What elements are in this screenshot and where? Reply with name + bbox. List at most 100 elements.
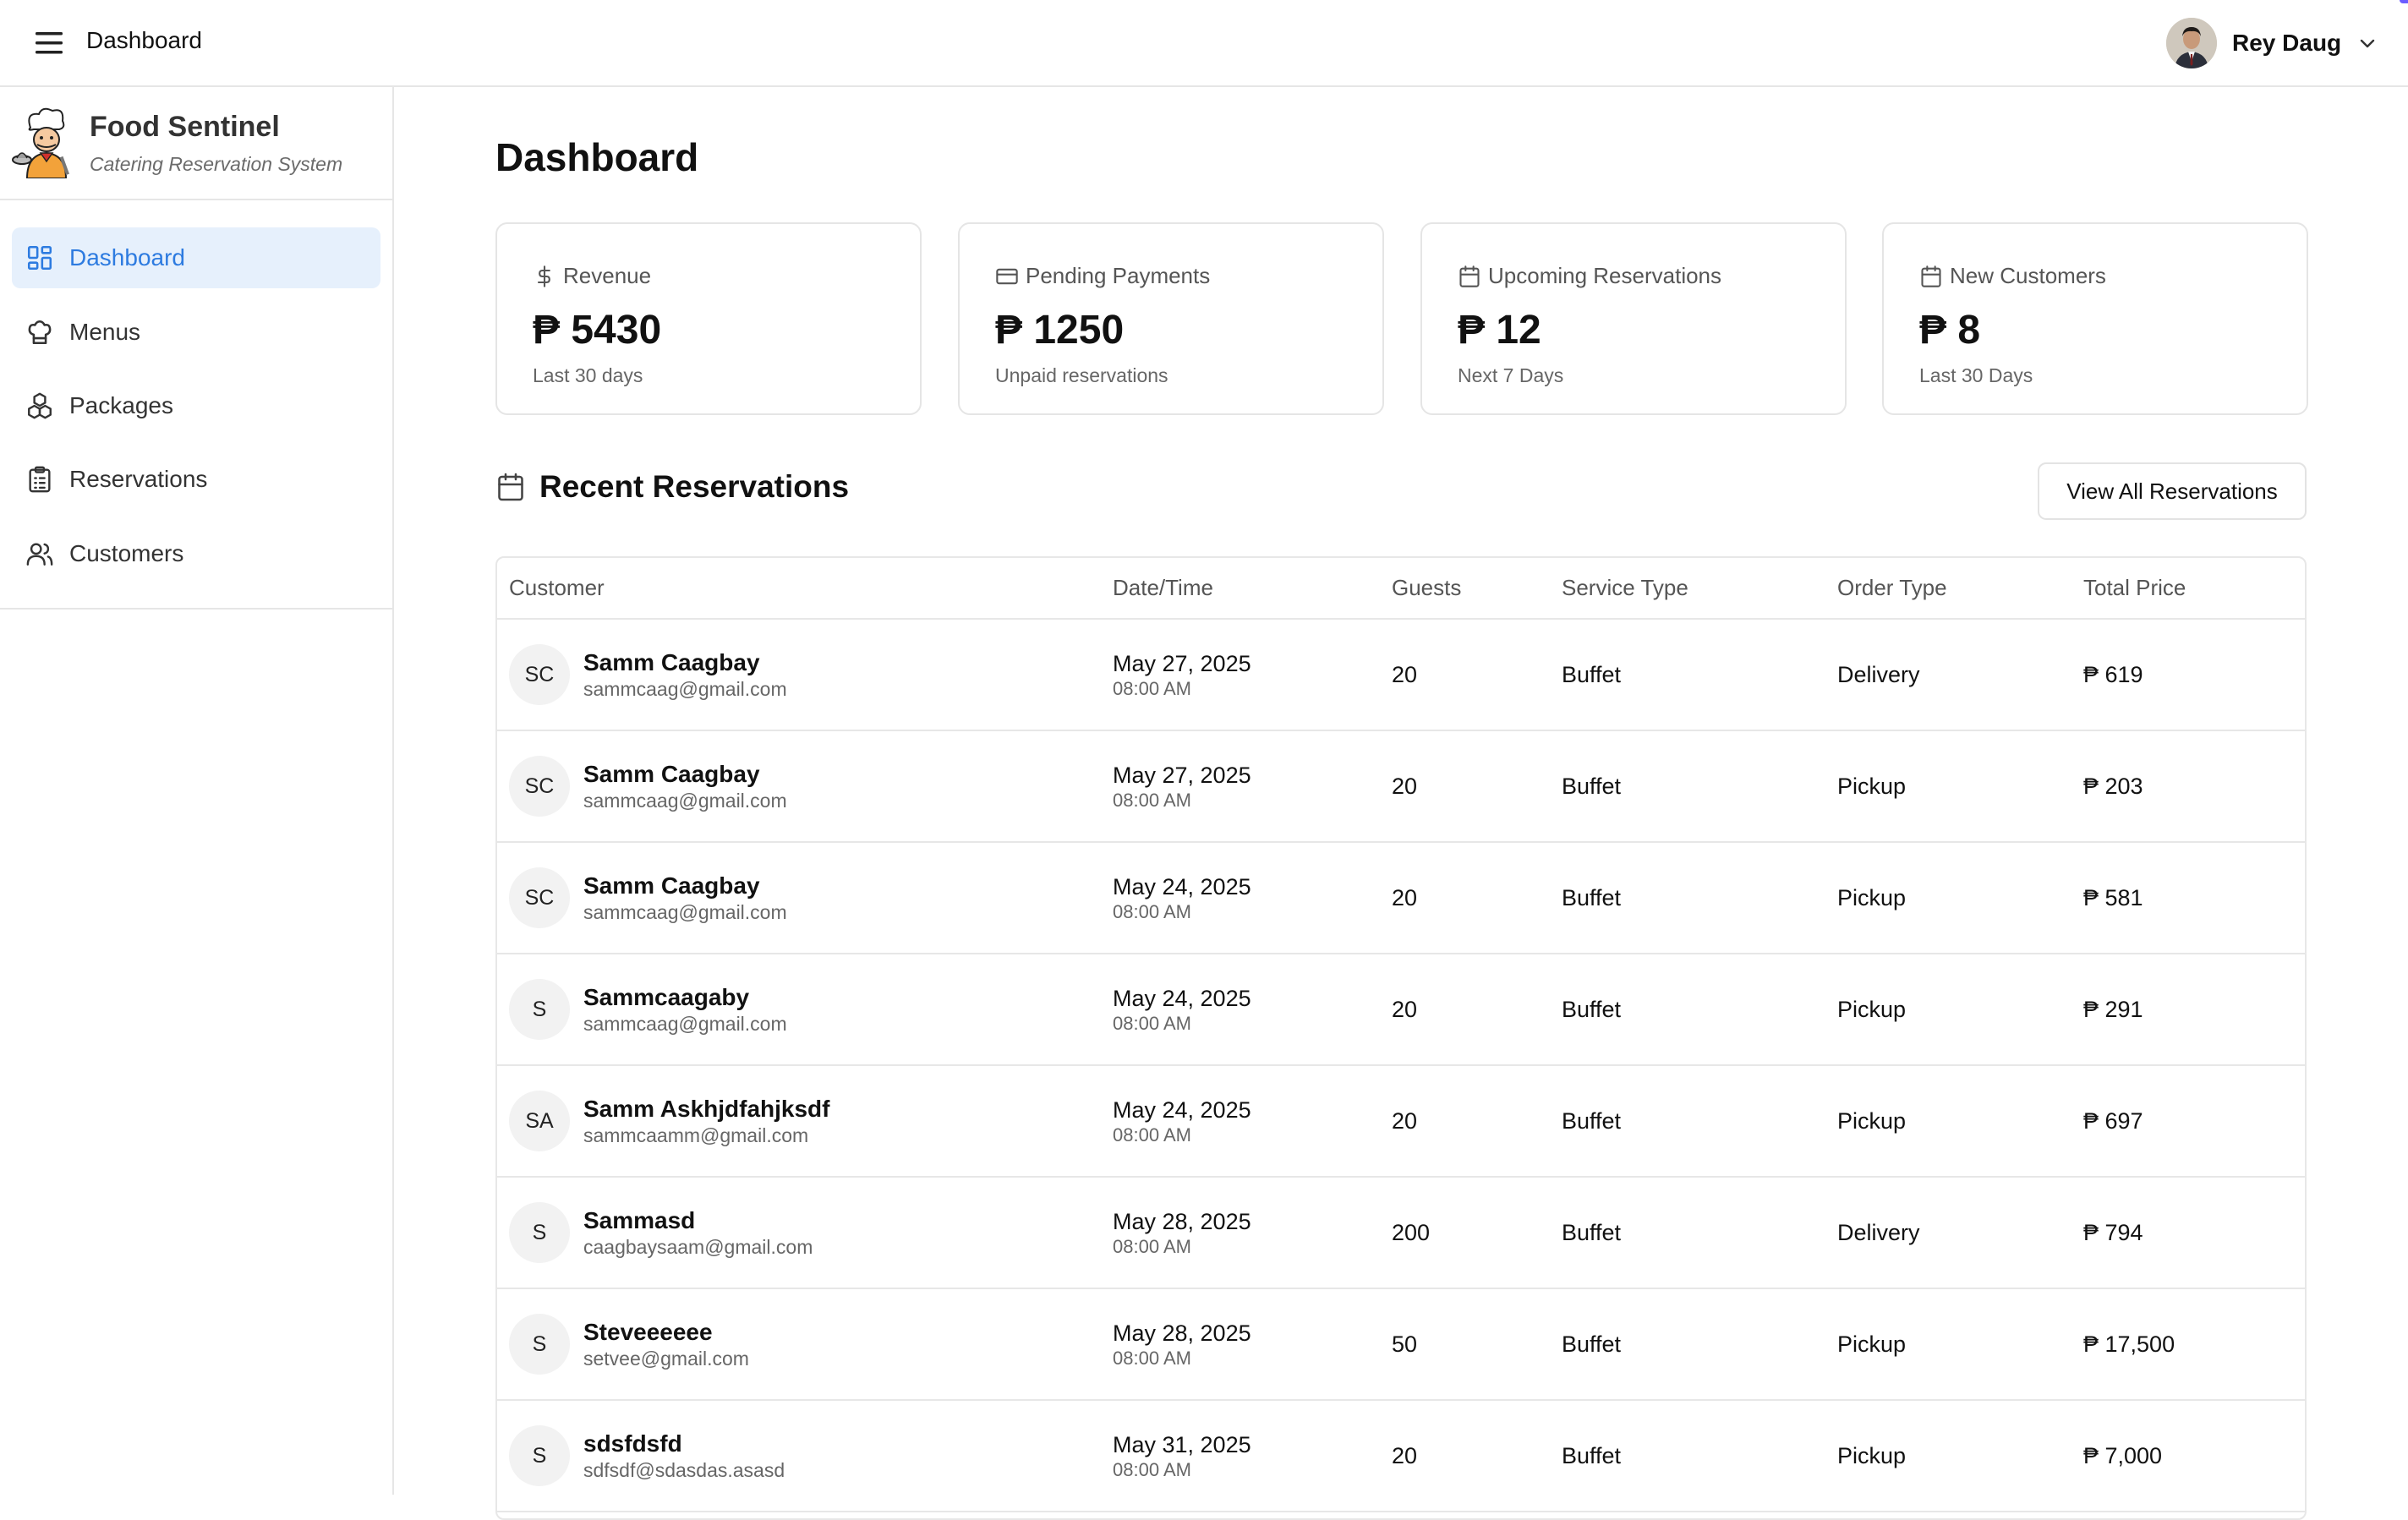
reservation-date: May 24, 2025	[1113, 986, 1251, 1011]
order-type-cell: Pickup	[1837, 773, 1907, 799]
view-all-reservations-button[interactable]: View All Reservations	[2038, 462, 2307, 520]
reservation-time: 08:00 AM	[1113, 1013, 1191, 1034]
guests-cell: 20	[1392, 1107, 1418, 1134]
reservation-time: 08:00 AM	[1113, 1348, 1191, 1369]
total-price-cell: ₱ 291	[2083, 996, 2143, 1022]
table-row[interactable]: SC Samm Caagbay sammcaag@gmail.com May 27,…	[497, 730, 2305, 842]
customer-name: Samm Caagbay	[583, 872, 760, 899]
guests-cell: 20	[1392, 996, 1418, 1022]
table-row[interactable]: S Steveeeeee setvee@gmail.com May 28, 2025…	[497, 1288, 2305, 1400]
stat-label: New Customers	[1950, 263, 2106, 288]
reservation-time: 08:00 AM	[1113, 1236, 1191, 1257]
table-row[interactable]: SA Samm Askhjdfahjksdf sammcaamm@gmail.com…	[497, 1065, 2305, 1177]
customer-email: sdfsdf@sdasdas.asasd	[583, 1459, 785, 1481]
stat-card-pending-payments: Pending Payments ₱ 1250 Unpaid reservati…	[958, 222, 1384, 415]
brand-title: Food Sentinel	[90, 111, 280, 143]
reservation-time: 08:00 AM	[1113, 678, 1191, 699]
order-type-cell: Pickup	[1837, 1107, 1907, 1134]
service-type-cell: Buffet	[1562, 1107, 1622, 1134]
credit-card-icon	[995, 265, 1019, 288]
corner-accent	[2400, 0, 2408, 3]
customer-name: Samm Caagbay	[583, 649, 760, 675]
service-type-cell: Buffet	[1562, 773, 1622, 799]
customer-avatar: SA	[509, 1091, 570, 1151]
reservation-time: 08:00 AM	[1113, 901, 1191, 922]
guests-cell: 20	[1392, 661, 1418, 687]
customer-name: sdsfdsfd	[583, 1430, 682, 1457]
sidebar-item-customers[interactable]: Customers	[12, 523, 380, 584]
customer-name: Samm Askhjdfahjksdf	[583, 1096, 830, 1122]
stat-card-upcoming-reservations: Upcoming Reservations ₱ 12 Next 7 Days	[1420, 222, 1847, 415]
main-content: Dashboard Revenue ₱ 5430 Last 30 days Pe…	[394, 87, 2408, 1520]
customer-email: sammcaag@gmail.com	[583, 678, 787, 700]
sidebar-item-label: Dashboard	[69, 244, 185, 271]
table-row[interactable]: S Sammasd caagbaysaam@gmail.com May 28, 20…	[497, 1177, 2305, 1288]
reservation-time: 08:00 AM	[1113, 1459, 1191, 1480]
stat-card-new-customers: New Customers ₱ 8 Last 30 Days	[1882, 222, 2308, 415]
customer-name: Sammcaagaby	[583, 984, 750, 1010]
stat-card-revenue: Revenue ₱ 5430 Last 30 days	[495, 222, 922, 415]
page-title: Dashboard	[495, 135, 699, 179]
table-row[interactable]: SC Samm Caagbay sammcaag@gmail.com May 27,…	[497, 619, 2305, 730]
customer-email: sammcaag@gmail.com	[583, 790, 787, 812]
customer-email: sammcaag@gmail.com	[583, 1013, 787, 1035]
order-type-cell: Pickup	[1837, 1442, 1907, 1468]
total-price-cell: ₱ 697	[2083, 1107, 2143, 1134]
customer-email: caagbaysaam@gmail.com	[583, 1236, 813, 1258]
sidebar-item-packages[interactable]: Packages	[12, 375, 380, 436]
reservation-date: May 27, 2025	[1113, 651, 1251, 676]
customer-avatar: S	[509, 1425, 570, 1486]
reservation-date: May 24, 2025	[1113, 1097, 1251, 1123]
stat-subtitle: Next 7 Days	[1458, 364, 1564, 386]
sidebar-item-label: Packages	[69, 392, 173, 418]
total-price-cell: ₱ 619	[2083, 661, 2143, 687]
reservation-time: 08:00 AM	[1113, 790, 1191, 811]
service-type-cell: Buffet	[1562, 996, 1622, 1022]
sidebar-item-dashboard[interactable]: Dashboard	[12, 227, 380, 288]
stat-value: ₱ 12	[1458, 308, 1541, 353]
top-bar: Dashboard Rey Daug	[0, 0, 2408, 87]
guests-cell: 50	[1392, 1331, 1418, 1357]
reservation-date: May 28, 2025	[1113, 1209, 1251, 1234]
column-header-service-type: Service Type	[1550, 558, 1825, 620]
total-price-cell: ₱ 17,500	[2083, 1331, 2175, 1357]
guests-cell: 20	[1392, 773, 1418, 799]
chef-hat-icon	[25, 318, 54, 347]
calendar-icon	[1458, 265, 1481, 288]
customer-email: setvee@gmail.com	[583, 1348, 749, 1370]
packages-icon	[25, 391, 54, 420]
sidebar-item-label: Reservations	[69, 466, 208, 492]
stat-label: Pending Payments	[1026, 263, 1211, 288]
stat-label: Upcoming Reservations	[1488, 263, 1722, 288]
table-row[interactable]: SC Samm Caagbay sammcaag@gmail.com May 24,…	[497, 842, 2305, 954]
order-type-cell: Pickup	[1837, 996, 1907, 1022]
customer-name: Samm Caagbay	[583, 761, 760, 787]
customer-email: sammcaamm@gmail.com	[583, 1124, 809, 1146]
order-type-cell: Pickup	[1837, 1331, 1907, 1357]
stat-subtitle: Last 30 days	[533, 364, 643, 386]
total-price-cell: ₱ 581	[2083, 884, 2143, 910]
reservations-table: Customer Date/Time Guests Service Type O…	[495, 556, 2307, 1520]
reservation-date: May 31, 2025	[1113, 1432, 1251, 1457]
reservation-date: May 28, 2025	[1113, 1320, 1251, 1346]
stat-value: ₱ 5430	[533, 308, 662, 353]
reservation-date: May 24, 2025	[1113, 874, 1251, 899]
stat-subtitle: Last 30 Days	[1919, 364, 2033, 386]
service-type-cell: Buffet	[1562, 1331, 1622, 1357]
sidebar: Food Sentinel Catering Reservation Syste…	[0, 87, 394, 1495]
brand-subtitle: Catering Reservation System	[90, 153, 343, 175]
column-header-date-time: Date/Time	[1101, 558, 1380, 620]
sidebar-item-menus[interactable]: Menus	[12, 302, 380, 363]
customer-avatar: SC	[509, 867, 570, 928]
sidebar-item-label: Customers	[69, 540, 184, 566]
order-type-cell: Delivery	[1837, 1219, 1920, 1245]
reservation-date: May 27, 2025	[1113, 763, 1251, 788]
sidebar-item-reservations[interactable]: Reservations	[12, 449, 380, 510]
table-row[interactable]: S Sammcaagaby sammcaag@gmail.com May 24, 2…	[497, 954, 2305, 1065]
table-row[interactable]: Ssdsfdsfd sdfsdf@sdasdas.asasd May 31, 20…	[497, 1400, 2305, 1512]
user-menu[interactable]: Rey Daug	[2166, 17, 2377, 69]
service-type-cell: Buffet	[1562, 1219, 1622, 1245]
order-type-cell: Delivery	[1837, 661, 1920, 687]
calendar-icon	[495, 472, 526, 502]
menu-toggle-icon[interactable]	[34, 29, 64, 57]
